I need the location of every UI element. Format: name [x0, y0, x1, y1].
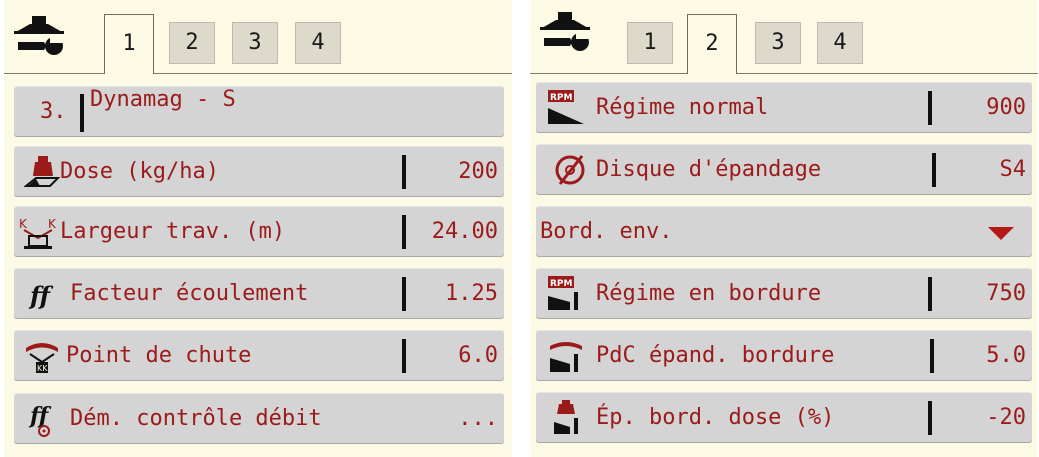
left-settings-panel: 1 2 3 4 3. Dynamag - S Dose (kg/ha) 200 … — [4, 0, 512, 457]
right-settings-panel: 1 2 3 4 RPM Régime normal 900 Disque d'é… — [530, 0, 1038, 457]
border-rpm-label: Régime en bordure — [596, 281, 822, 306]
tab-3[interactable]: 3 — [232, 22, 278, 64]
working-width-value: 24.00 — [431, 219, 498, 244]
tab-3[interactable]: 3 — [755, 22, 801, 64]
border-dose-label: Ép. bord. dose (%) — [596, 405, 835, 430]
flow-factor-value: 1.25 — [445, 281, 498, 306]
value-separator — [932, 153, 936, 187]
tab-4[interactable]: 4 — [295, 22, 341, 64]
border-rpm-row[interactable]: RPM Régime en bordure 750 — [536, 268, 1032, 319]
tab-2[interactable]: 2 — [687, 14, 737, 74]
dose-label: Dose (kg/ha) — [60, 159, 219, 184]
dose-weight-icon — [23, 154, 61, 190]
flow-control-value: ... — [458, 406, 498, 431]
machine-settings-icon — [536, 10, 596, 60]
tab-bar: 1 2 3 4 — [4, 0, 512, 74]
rpm-normal-icon: RPM — [548, 90, 588, 126]
tab-1[interactable]: 1 — [104, 14, 154, 74]
value-separator — [402, 155, 406, 189]
border-drop-point-icon — [548, 338, 588, 374]
border-drop-point-label: PdC épand. bordure — [596, 343, 835, 368]
spreading-disc-value: S4 — [999, 157, 1027, 182]
tab-4[interactable]: 4 — [817, 22, 863, 64]
fertilizer-name-row[interactable]: 3. Dynamag - S — [14, 86, 504, 137]
dose-row[interactable]: Dose (kg/ha) 200 — [14, 146, 504, 197]
flow-factor-row[interactable]: ff Facteur écoulement 1.25 — [14, 268, 504, 319]
border-rpm-value: 750 — [986, 281, 1026, 306]
value-separator — [928, 91, 932, 125]
border-mode-dropdown[interactable]: Bord. env. — [536, 206, 1032, 257]
value-separator — [928, 277, 932, 311]
spreading-disc-icon — [552, 152, 588, 188]
fertilizer-index: 3. — [40, 99, 67, 124]
fertilizer-name: Dynamag - S — [90, 87, 236, 112]
svg-text:KK: KK — [37, 364, 48, 373]
spreading-disc-row[interactable]: Disque d'épandage S4 — [536, 144, 1032, 195]
rpm-border-icon: RPM — [548, 276, 588, 312]
border-dose-row[interactable]: Ép. bord. dose (%) -20 — [536, 392, 1032, 443]
flow-factor-icon: ff — [26, 276, 62, 312]
value-separator — [402, 339, 406, 373]
machine-settings-icon — [10, 14, 70, 64]
flow-control-icon: ff — [26, 401, 62, 437]
flow-control-label: Dém. contrôle débit — [70, 406, 322, 431]
border-drop-point-value: 5.0 — [986, 343, 1026, 368]
tab-1[interactable]: 1 — [627, 22, 673, 64]
tab-2[interactable]: 2 — [169, 22, 215, 64]
dose-value: 200 — [458, 159, 498, 184]
value-separator — [402, 215, 406, 249]
svg-text:RPM: RPM — [550, 279, 573, 289]
drop-point-label: Point de chute — [66, 343, 252, 368]
border-dose-icon — [552, 400, 588, 436]
normal-rpm-value: 900 — [986, 95, 1026, 120]
svg-text:RPM: RPM — [550, 93, 573, 103]
tab-baseline — [4, 73, 512, 74]
spreading-disc-label: Disque d'épandage — [596, 157, 822, 182]
svg-text:K: K — [48, 217, 57, 231]
drop-point-row[interactable]: KK Point de chute 6.0 — [14, 330, 504, 381]
normal-rpm-row[interactable]: RPM Régime normal 900 — [536, 82, 1032, 133]
panel-divider — [515, 0, 527, 457]
working-width-row[interactable]: K K Largeur trav. (m) 24.00 — [14, 206, 504, 257]
dropdown-arrow-icon[interactable] — [988, 227, 1014, 240]
tab-bar: 1 2 3 4 — [530, 0, 1038, 74]
value-separator — [402, 277, 406, 311]
svg-text:ff: ff — [28, 281, 54, 310]
tab-baseline — [530, 73, 1038, 74]
drop-point-icon: KK — [22, 338, 62, 374]
text-cursor — [80, 94, 84, 132]
border-drop-point-row[interactable]: PdC épand. bordure 5.0 — [536, 330, 1032, 381]
border-mode-label: Bord. env. — [540, 219, 673, 244]
svg-text:K: K — [19, 217, 28, 231]
working-width-label: Largeur trav. (m) — [60, 219, 286, 244]
value-separator — [930, 339, 934, 373]
flow-control-row[interactable]: ff Dém. contrôle débit ... — [14, 393, 504, 444]
border-dose-value: -20 — [986, 405, 1026, 430]
normal-rpm-label: Régime normal — [596, 95, 769, 120]
svg-text:ff: ff — [28, 403, 52, 429]
drop-point-value: 6.0 — [458, 343, 498, 368]
value-separator — [928, 401, 932, 435]
flow-factor-label: Facteur écoulement — [70, 281, 309, 306]
working-width-icon: K K — [18, 214, 58, 250]
